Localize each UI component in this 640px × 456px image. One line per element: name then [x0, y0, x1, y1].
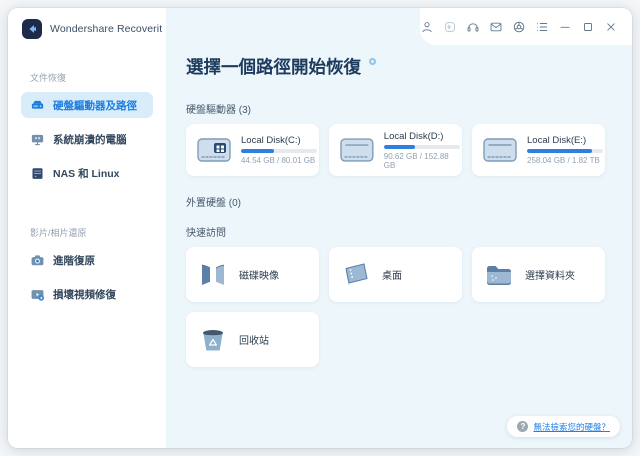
quick-access-label: 回收站: [239, 332, 269, 347]
sidebar-item-label: NAS 和 Linux: [53, 166, 120, 181]
sidebar-section-file-recovery: 文件恢復: [8, 71, 166, 84]
drive-usage-fill: [527, 149, 592, 153]
desktop-icon: [341, 260, 371, 290]
main-content: 選擇一個路徑開始恢復 硬盤驅動器 (3) Local Disk(C:) 4: [166, 8, 632, 448]
sidebar-item-crashed-computer[interactable]: 系統崩潰的電腦: [21, 126, 153, 152]
help-center-icon[interactable]: [512, 19, 527, 34]
disk-drive-e-icon: [482, 136, 518, 164]
drive-card-c[interactable]: Local Disk(C:) 44.54 GB / 80.01 GB: [186, 124, 319, 176]
app-title: Wondershare Recoverit: [50, 23, 162, 35]
account-icon[interactable]: [420, 19, 435, 34]
camera-icon: [30, 253, 45, 268]
sidebar-item-label: 硬盤驅動器及路徑: [53, 98, 137, 113]
maximize-icon[interactable]: [580, 19, 595, 34]
help-link-text[interactable]: 無法檢索您的硬盤？: [533, 421, 610, 433]
sidebar-item-corrupted-video-repair[interactable]: 損壞視頻修復: [21, 281, 153, 307]
drive-usage-fill: [241, 149, 274, 153]
disk-image-icon: [198, 260, 228, 290]
sidebar-item-hard-drives-and-paths[interactable]: 硬盤驅動器及路徑: [21, 92, 153, 118]
titlebar-toolbar: [420, 8, 632, 45]
quick-access-recycle-bin[interactable]: 回收站: [186, 312, 319, 367]
drive-capacity: 90.62 GB / 152.88 GB: [384, 152, 462, 170]
sidebar-item-advanced-recovery[interactable]: 進階復原: [21, 247, 153, 273]
drives-section-label: 硬盤驅動器 (3): [186, 101, 632, 116]
quick-access-label: 磁碟映像: [239, 267, 279, 282]
sidebar-item-label: 系統崩潰的電腦: [53, 132, 127, 147]
sidebar-item-label: 進階復原: [53, 253, 95, 268]
drive-usage-fill: [384, 145, 415, 149]
app-window: Wondershare Recoverit 文件恢復 硬盤驅動器及路徑 系統崩潰…: [8, 8, 632, 448]
drive-capacity: 44.54 GB / 80.01 GB: [241, 156, 317, 165]
quick-access-select-folder[interactable]: 選擇資料夾: [472, 247, 605, 302]
menu-list-icon[interactable]: [534, 19, 549, 34]
sign-in-icon[interactable]: [443, 19, 458, 34]
sidebar-item-label: 損壞視頻修復: [53, 287, 116, 302]
support-headset-icon[interactable]: [466, 19, 481, 34]
sidebar-item-nas-linux[interactable]: NAS 和 Linux: [21, 160, 153, 186]
drive-card-d[interactable]: Local Disk(D:) 90.62 GB / 152.88 GB: [329, 124, 462, 176]
cant-find-drive-help[interactable]: ? 無法檢索您的硬盤？: [507, 416, 620, 437]
close-icon[interactable]: [603, 19, 618, 34]
hard-drive-icon: [30, 98, 45, 113]
title-info-ring-icon[interactable]: [369, 58, 376, 65]
recycle-bin-icon: [198, 325, 228, 355]
external-drives-section-label: 外置硬盤 (0): [186, 194, 632, 209]
folder-icon: [484, 260, 514, 290]
nas-server-icon: [30, 166, 45, 181]
drive-usage-bar: [527, 149, 603, 153]
quick-access-row-2: 回收站: [186, 312, 632, 367]
recoverit-logo-icon: [22, 19, 42, 39]
drive-card-e[interactable]: Local Disk(E:) 258.04 GB / 1.82 TB: [472, 124, 605, 176]
drive-capacity: 258.04 GB / 1.82 TB: [527, 156, 603, 165]
disk-drive-d-icon: [339, 136, 375, 164]
quick-access-label: 選擇資料夾: [525, 267, 575, 282]
drive-cards-row: Local Disk(C:) 44.54 GB / 80.01 GB Local…: [186, 124, 632, 176]
quick-access-label: 桌面: [382, 267, 402, 282]
video-repair-icon: [30, 287, 45, 302]
quick-access-section-label: 快速訪問: [186, 224, 632, 239]
crashed-computer-icon: [30, 132, 45, 147]
quick-access-desktop[interactable]: 桌面: [329, 247, 462, 302]
sidebar: Wondershare Recoverit 文件恢復 硬盤驅動器及路徑 系統崩潰…: [8, 8, 166, 448]
page-title: 選擇一個路徑開始恢復: [186, 54, 632, 79]
question-mark-icon: ?: [517, 421, 528, 432]
brand: Wondershare Recoverit: [8, 8, 166, 39]
quick-access-disk-image[interactable]: 磁碟映像: [186, 247, 319, 302]
drive-name: Local Disk(C:): [241, 135, 317, 146]
feedback-mail-icon[interactable]: [489, 19, 504, 34]
drive-name: Local Disk(D:): [384, 131, 462, 142]
quick-access-row-1: 磁碟映像 桌面 選擇資料夾: [186, 247, 632, 302]
disk-drive-c-icon: [196, 136, 232, 164]
drive-usage-bar: [384, 145, 460, 149]
minimize-icon[interactable]: [557, 19, 572, 34]
drive-usage-bar: [241, 149, 317, 153]
drive-name: Local Disk(E:): [527, 135, 603, 146]
sidebar-section-video-photo-restore: 影片/相片還原: [8, 226, 166, 239]
